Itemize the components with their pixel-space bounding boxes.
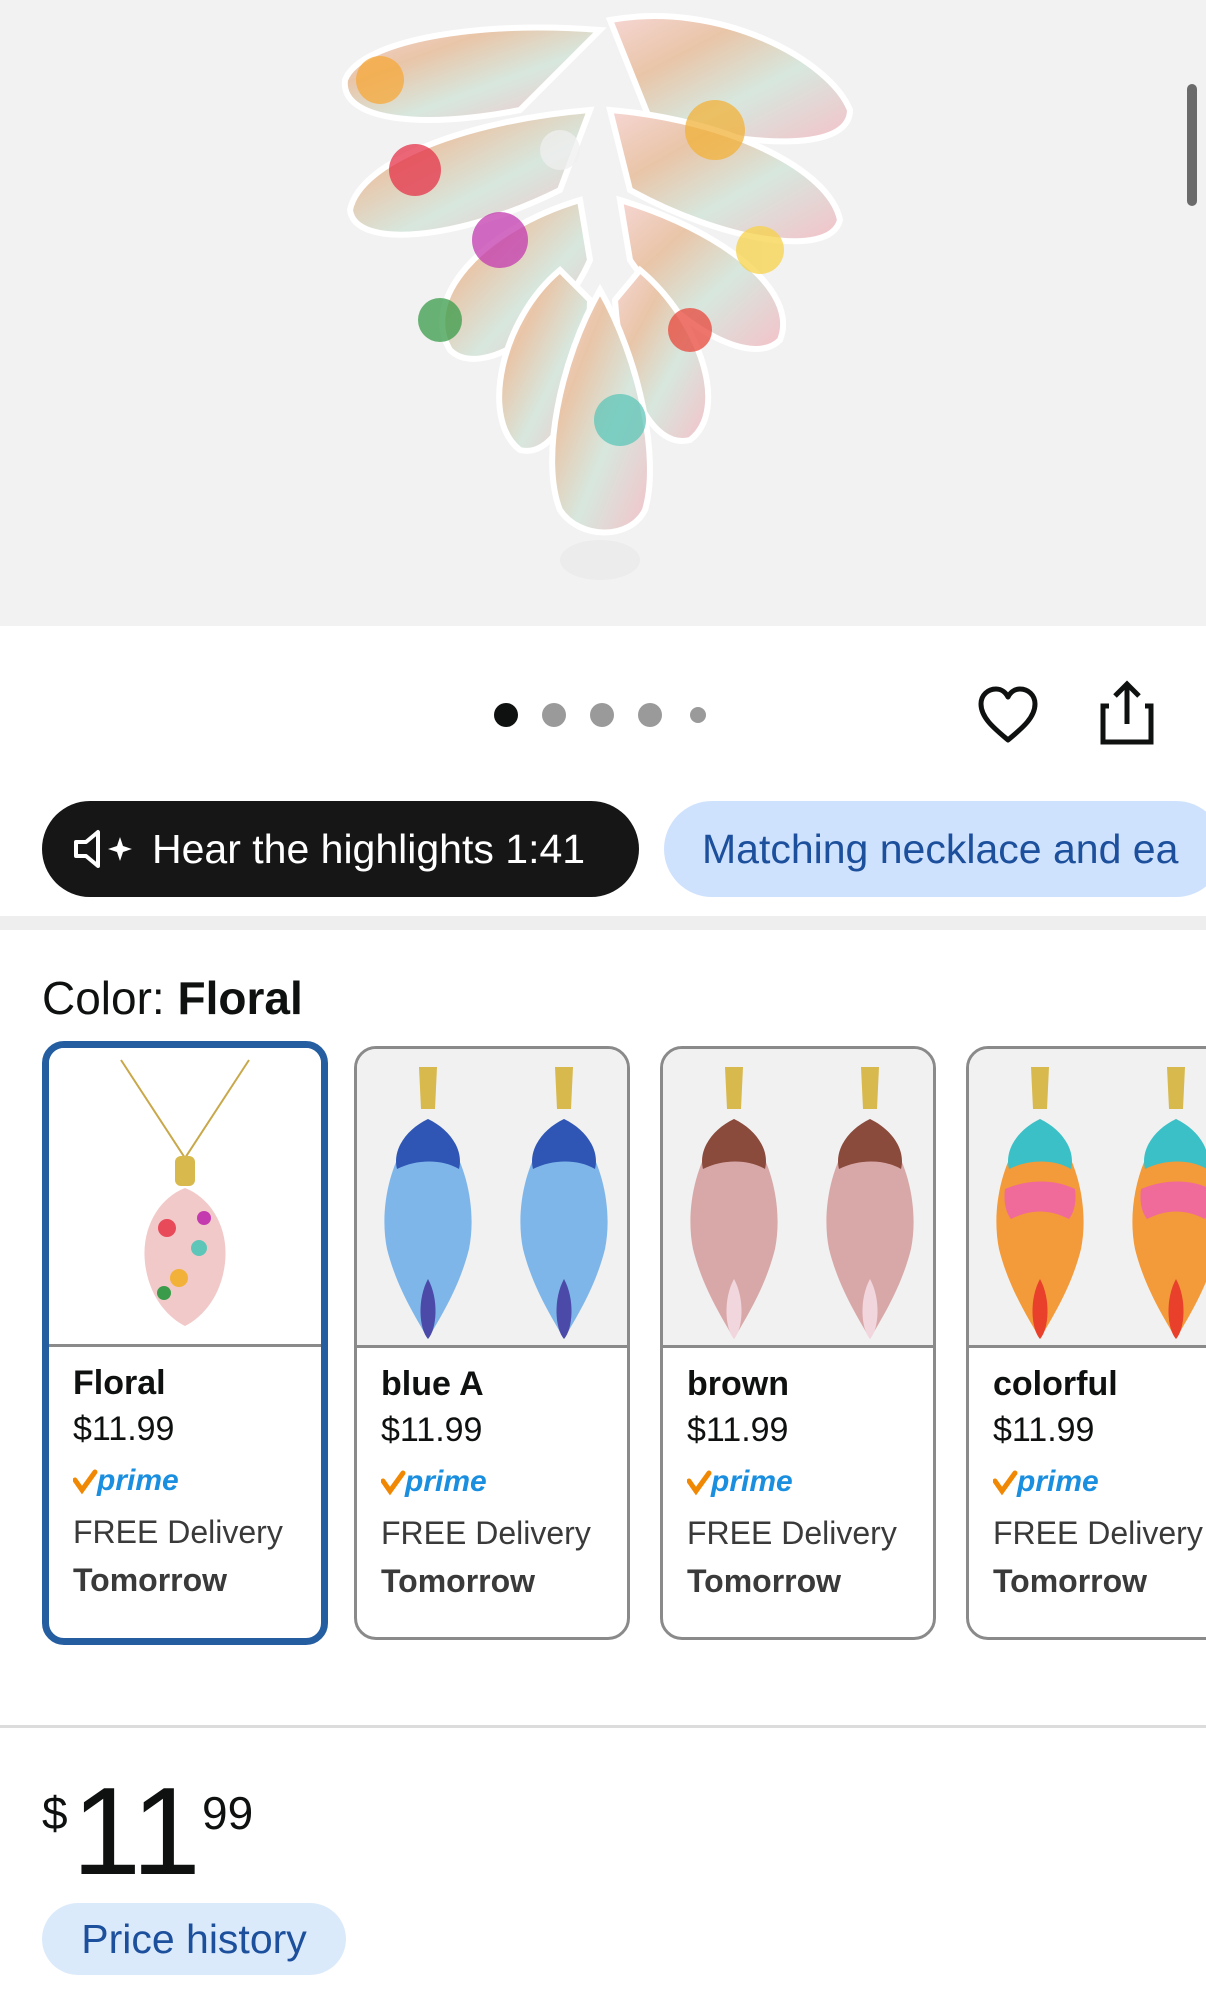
swatch-name: blue A [381,1365,484,1403]
prime-label: prime [405,1465,487,1498]
price-history-label: Price history [81,1915,307,1962]
color-selected-value: Floral [177,972,303,1024]
speaker-sparkle-icon [74,830,132,868]
gallery-dot-3[interactable] [590,703,614,727]
gallery-scrollbar[interactable] [1187,84,1197,206]
gallery-dot-5[interactable] [690,707,706,723]
swatch-price: $11.99 [381,1411,483,1449]
swatch-brown[interactable]: brown $11.99 prime FREE Delivery Tomorro… [660,1046,936,1640]
swatch-price: $11.99 [73,1410,175,1448]
swatch-floral[interactable]: Floral $11.99 prime FREE Delivery Tomorr… [42,1041,328,1645]
product-image[interactable] [0,0,1206,626]
swatch-info: brown $11.99 prime FREE Delivery Tomorro… [687,1361,933,1605]
prime-badge: prime [381,1459,627,1505]
price-currency: $ [42,1787,68,1839]
swatch-thumbnail [663,1049,933,1348]
prime-badge: prime [687,1459,933,1505]
swatch-name: Floral [73,1364,166,1402]
prime-label: prime [97,1464,179,1497]
prime-badge: prime [73,1458,321,1504]
swatch-delivery-day: Tomorrow [687,1563,842,1599]
swatch-delivery: FREE Delivery [687,1515,897,1551]
gallery-dot-2[interactable] [542,703,566,727]
price-divider [0,1725,1206,1728]
swatch-price: $11.99 [993,1411,1095,1449]
share-button[interactable] [1092,678,1162,748]
price-history-button[interactable]: Price history [42,1903,346,1975]
swatch-thumbnail [49,1048,321,1347]
swatch-thumbnail [969,1049,1206,1348]
swatch-delivery-day: Tomorrow [381,1563,536,1599]
brown-earrings-image [690,1067,914,1339]
share-icon [1100,680,1154,745]
swatch-delivery: FREE Delivery [381,1515,591,1551]
swatch-name: brown [687,1365,789,1403]
swatch-blue-a[interactable]: blue A $11.99 prime FREE Delivery Tomorr… [354,1046,630,1640]
swatch-info: blue A $11.99 prime FREE Delivery Tomorr… [381,1361,627,1605]
color-label-prefix: Color: [42,972,165,1024]
prime-label: prime [1017,1465,1099,1498]
swatch-delivery: FREE Delivery [993,1515,1203,1551]
swatch-info: Floral $11.99 prime FREE Delivery Tomorr… [73,1360,321,1604]
swatch-colorful[interactable]: colorful $11.99 prime FREE Delivery Tomo… [966,1046,1206,1640]
heart-icon [978,686,1038,743]
prime-badge: prime [993,1459,1206,1505]
matching-necklace-chip[interactable]: Matching necklace and ea [664,801,1206,897]
colorful-earrings-image [996,1067,1206,1339]
blue-earrings-image [384,1067,608,1339]
color-selector-label: Color: Floral [42,970,303,1026]
gallery-dot-1[interactable] [494,703,518,727]
prime-label: prime [711,1465,793,1498]
matching-necklace-label: Matching necklace and ea [702,825,1179,872]
floral-leaf-earring-image [341,13,854,580]
floral-necklace-image [120,1059,250,1326]
swatch-delivery-day: Tomorrow [993,1563,1148,1599]
swatch-delivery-day: Tomorrow [73,1562,228,1598]
price-fraction: 99 [202,1787,254,1839]
hear-highlights-label: Hear the highlights 1:41 [152,825,586,872]
hear-highlights-button[interactable]: Hear the highlights 1:41 [42,801,639,897]
wishlist-button[interactable] [973,680,1043,750]
swatch-thumbnail [357,1049,627,1348]
gallery-dot-4[interactable] [638,703,662,727]
section-divider [0,916,1206,930]
swatch-price: $11.99 [687,1411,789,1449]
swatch-info: colorful $11.99 prime FREE Delivery Tomo… [993,1361,1206,1605]
swatch-delivery: FREE Delivery [73,1514,283,1550]
price-whole: 11 [72,1763,201,1901]
swatch-name: colorful [993,1365,1118,1403]
